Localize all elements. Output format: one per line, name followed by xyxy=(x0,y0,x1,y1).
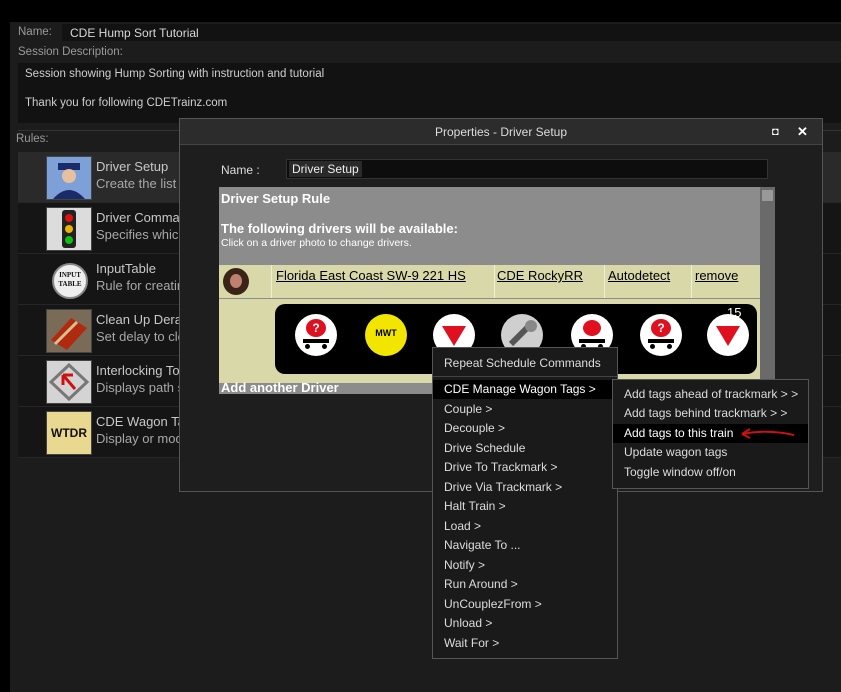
mwt-icon[interactable]: MWT xyxy=(365,314,407,356)
menu-item[interactable]: Repeat Schedule Commands xyxy=(433,354,617,373)
rule-title: Driver Setup xyxy=(96,159,169,174)
command-count: 15 xyxy=(727,305,742,320)
menu-divider xyxy=(433,376,617,377)
drivers-heading: The following drivers will be available: xyxy=(221,221,458,236)
command-context-menu: Repeat Schedule Commands CDE Manage Wagon… xyxy=(432,347,618,659)
menu-item[interactable]: Run Around > xyxy=(433,575,617,594)
menu-item[interactable]: UnCouplezFrom > xyxy=(433,595,617,614)
dialog-name-label: Name : xyxy=(221,163,260,177)
rule-title: InputTable xyxy=(96,261,156,276)
driver-author-link[interactable]: CDE RockyRR xyxy=(497,268,583,283)
rule-title: Driver Comman xyxy=(96,210,188,225)
rule-desc: Displays path s xyxy=(96,380,185,395)
rule-title: CDE Wagon Ta xyxy=(96,414,185,429)
menu-item[interactable]: Decouple > xyxy=(433,419,617,438)
rule-title: Interlocking Tov xyxy=(96,363,187,378)
menu-item[interactable]: CDE Manage Wagon Tags > xyxy=(433,380,617,399)
panel-scrollbar[interactable] xyxy=(760,187,775,394)
menu-item[interactable]: Couple > xyxy=(433,400,617,419)
maximize-icon[interactable]: ◘ xyxy=(772,126,779,138)
submenu-item[interactable]: Update wagon tags xyxy=(613,443,808,462)
dialog-name-field[interactable]: Driver Setup xyxy=(286,159,768,179)
driver-row: Florida East Coast SW-9 221 HS CDE Rocky… xyxy=(219,265,763,298)
submenu-item[interactable]: Toggle window off/on xyxy=(613,463,808,482)
rule-desc: Specifies which xyxy=(96,227,186,242)
rule-desc: Create the list o xyxy=(96,176,188,191)
session-name-label: Name: xyxy=(18,26,52,38)
submenu-item[interactable]: Add tags ahead of trackmark > > xyxy=(613,385,808,404)
close-icon[interactable]: ✕ xyxy=(797,124,808,140)
menu-item[interactable]: Unload > xyxy=(433,614,617,633)
session-description-label: Session Description: xyxy=(18,46,123,58)
submenu-item[interactable]: Add tags behind trackmark > > xyxy=(613,404,808,423)
menu-item[interactable]: Navigate To ... xyxy=(433,536,617,555)
rule-desc: Rule for creatin xyxy=(96,278,185,293)
driver-remove-link[interactable]: remove xyxy=(695,268,738,283)
rule-title: Clean Up Derai xyxy=(96,312,185,327)
session-name-field[interactable]: CDE Hump Sort Tutorial xyxy=(62,24,841,41)
rules-label: Rules: xyxy=(16,133,49,145)
input-table-icon: INPUT TABLE xyxy=(46,258,92,302)
traffic-light-icon xyxy=(46,207,92,251)
derailment-icon xyxy=(46,309,92,353)
driver-train-link[interactable]: Florida East Coast SW-9 221 HS xyxy=(276,268,466,283)
rule-heading: Driver Setup Rule xyxy=(221,191,331,206)
driver-photo-icon[interactable] xyxy=(223,268,249,295)
drivers-hint: Click on a driver photo to change driver… xyxy=(221,237,412,249)
description-line: Session showing Hump Sorting with instru… xyxy=(25,68,325,80)
unload-schedule-icon[interactable]: ? xyxy=(640,314,682,356)
session-description-field[interactable]: Session showing Hump Sorting with instru… xyxy=(18,63,841,123)
driver-icon xyxy=(46,156,92,200)
annotation-arrow-icon xyxy=(741,428,795,439)
dialog-titlebar[interactable]: Properties - Driver Setup ◘ ✕ xyxy=(180,119,822,145)
driver-mode-link[interactable]: Autodetect xyxy=(608,268,670,283)
wtdr-icon: WTDR xyxy=(46,411,92,455)
add-driver-link[interactable]: Add another Driver xyxy=(221,380,339,394)
drive-down-icon[interactable] xyxy=(707,314,749,356)
dialog-title: Properties - Driver Setup xyxy=(434,125,568,139)
menu-item[interactable]: Drive Schedule xyxy=(433,439,617,458)
session-name-value: CDE Hump Sort Tutorial xyxy=(70,26,199,40)
menu-item[interactable]: Drive To Trackmark > xyxy=(433,458,617,477)
load-schedule-icon[interactable]: ? xyxy=(295,314,337,356)
rule-desc: Display or mod xyxy=(96,431,183,446)
description-line: Thank you for following CDETrainz.com xyxy=(25,97,228,109)
menu-item[interactable]: Halt Train > xyxy=(433,497,617,516)
menu-item[interactable]: Load > xyxy=(433,517,617,536)
interlocking-tower-icon xyxy=(46,360,92,404)
rule-desc: Set delay to cle xyxy=(96,329,185,344)
menu-item[interactable]: Notify > xyxy=(433,556,617,575)
menu-item[interactable]: Wait For > xyxy=(433,634,617,653)
menu-item[interactable]: Drive Via Trackmark > xyxy=(433,478,617,497)
dialog-name-value: Driver Setup xyxy=(289,161,362,177)
